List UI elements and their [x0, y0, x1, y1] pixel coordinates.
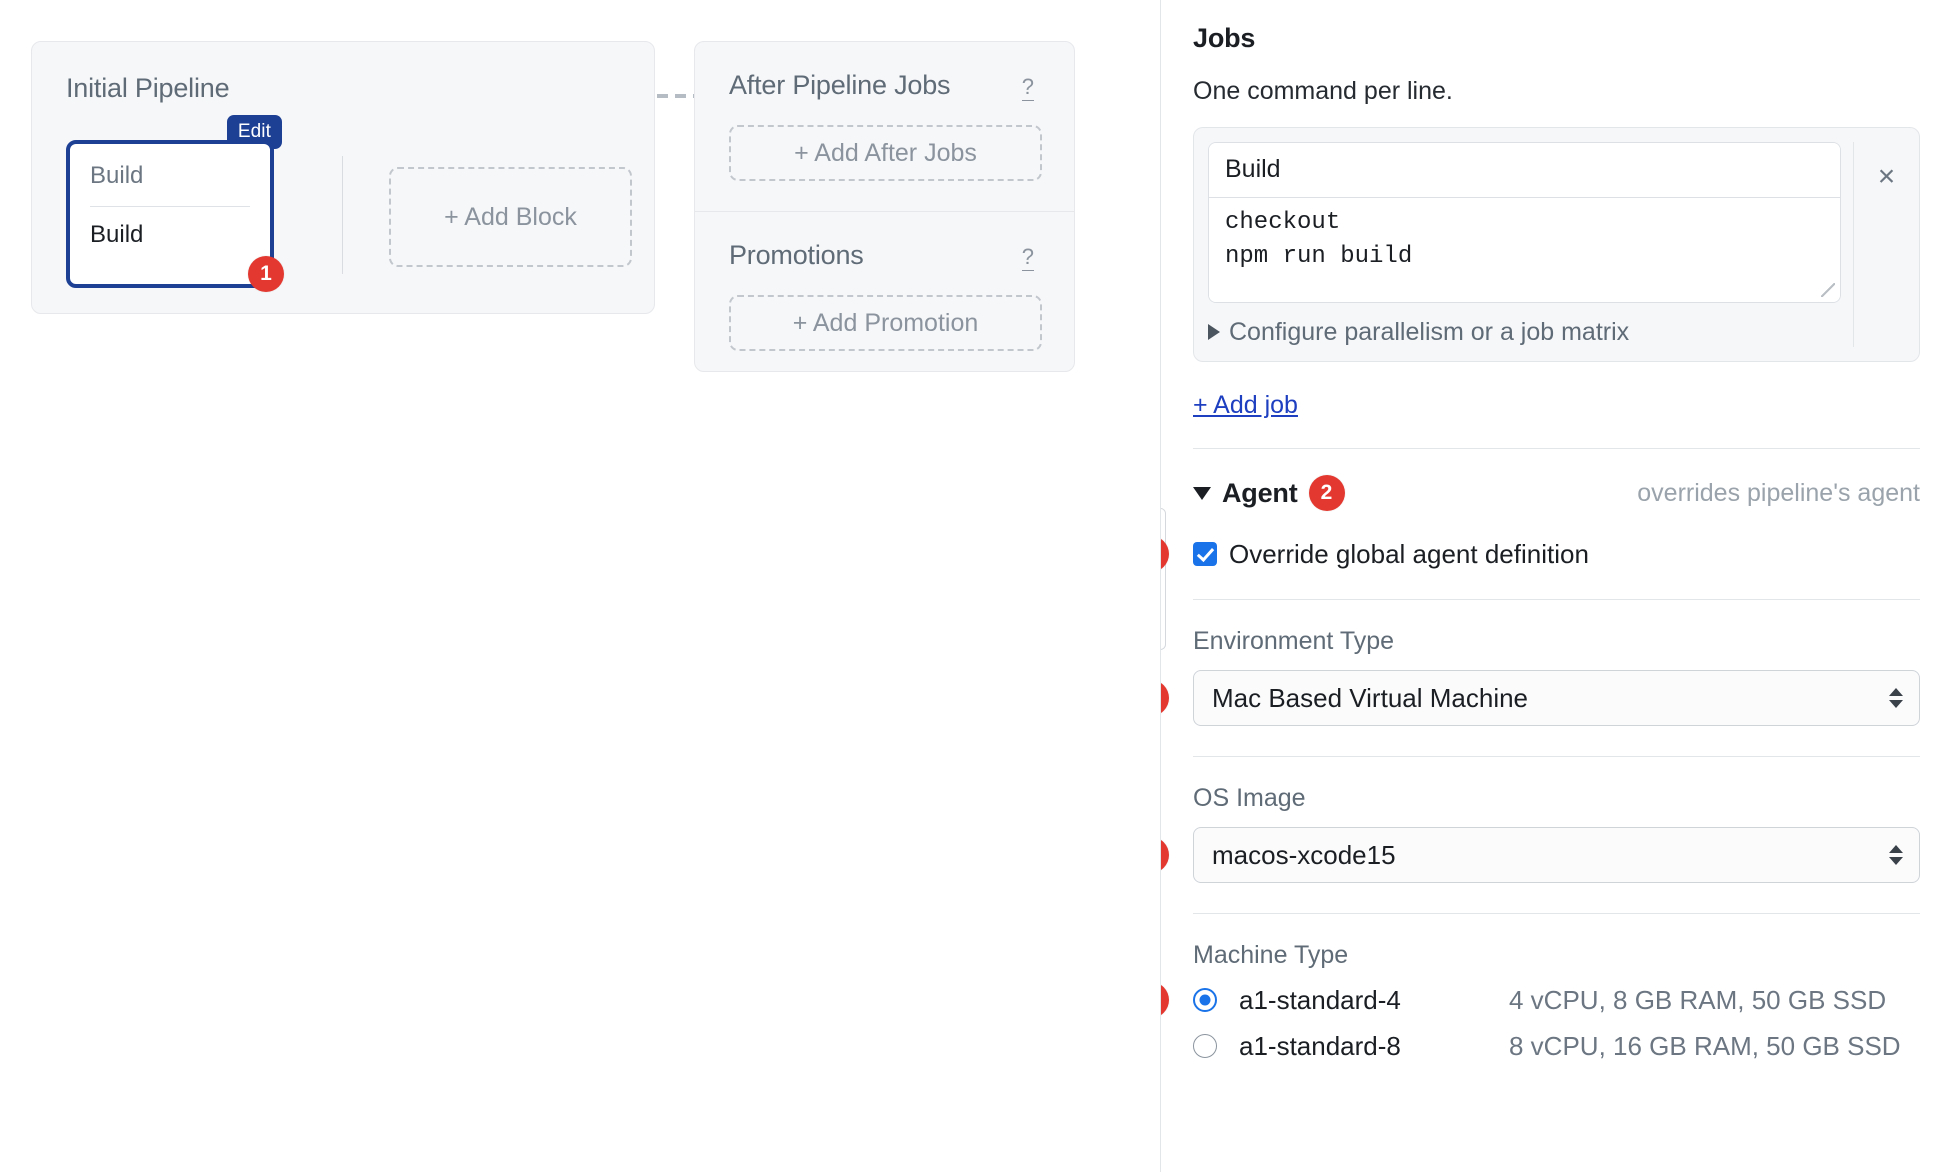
- override-global-agent-checkbox[interactable]: [1193, 542, 1217, 566]
- after-pipeline-jobs-section: After Pipeline Jobs ? + Add After Jobs: [695, 42, 1074, 211]
- environment-type-select[interactable]: Mac Based Virtual Machine: [1193, 670, 1920, 726]
- agent-override-note: overrides pipeline's agent: [1637, 479, 1920, 507]
- add-after-jobs-button[interactable]: + Add After Jobs: [729, 125, 1042, 181]
- machine-type-option-1[interactable]: a1-standard-8 8 vCPU, 16 GB RAM, 50 GB S…: [1193, 1030, 1920, 1062]
- agent-header[interactable]: Agent 2 overrides pipeline's agent: [1193, 475, 1920, 511]
- chevron-down-icon: [1193, 486, 1211, 500]
- machine-type-radio-0[interactable]: [1193, 988, 1217, 1012]
- job-name-input[interactable]: [1209, 143, 1840, 198]
- config-sidebar: Jobs One command per line. checkout npm …: [1160, 0, 1952, 1172]
- agent-divider-1: [1193, 599, 1920, 600]
- pipeline-connector-line: [657, 94, 694, 98]
- blocks-row: Edit Build Build 1 + Add Block: [66, 115, 654, 292]
- override-global-agent-label: Override global agent definition: [1229, 539, 1589, 569]
- machine-type-name-0: a1-standard-4: [1239, 985, 1401, 1015]
- promotions-title: Promotions: [729, 240, 864, 270]
- jobs-section: Jobs One command per line. checkout npm …: [1161, 0, 1952, 449]
- machine-type-label: Machine Type: [1193, 941, 1349, 969]
- initial-pipeline-title: Initial Pipeline: [66, 73, 230, 103]
- select-stepper-icon-os[interactable]: [1889, 845, 1903, 865]
- promotions-header: Promotions ?: [729, 240, 1040, 271]
- sidebar-scrollbar-thumb[interactable]: [1161, 508, 1166, 650]
- agent-title: Agent: [1222, 478, 1298, 508]
- pipeline-block-build[interactable]: Build Build 1: [66, 140, 284, 292]
- configure-parallelism-toggle[interactable]: Configure parallelism or a job matrix: [1208, 317, 1841, 347]
- job-input-group: checkout npm run build: [1208, 142, 1841, 303]
- block-divider: [90, 206, 250, 207]
- add-promotion-button[interactable]: + Add Promotion: [729, 295, 1042, 351]
- build-block-wrapper: Edit Build Build 1: [66, 115, 284, 292]
- machine-type-name-1: a1-standard-8: [1239, 1031, 1401, 1061]
- close-icon[interactable]: ×: [1878, 162, 1896, 192]
- job-commands-textarea[interactable]: checkout npm run build: [1209, 198, 1840, 302]
- override-agent-row[interactable]: 3 Override global agent definition: [1161, 536, 1920, 572]
- after-pipeline-jobs-title: After Pipeline Jobs: [729, 70, 951, 100]
- workflow-editor: Initial Pipeline Edit Build Build 1 + Ad…: [0, 0, 1952, 1172]
- pipeline-canvas: Initial Pipeline Edit Build Build 1 + Ad…: [0, 0, 1160, 1172]
- environment-type-label: Environment Type: [1193, 627, 1395, 655]
- agent-divider-2: [1193, 756, 1920, 757]
- blocks-separator: [342, 156, 343, 274]
- configure-parallelism-label: Configure parallelism or a job matrix: [1229, 318, 1630, 346]
- block-job-label[interactable]: Build: [90, 219, 250, 251]
- select-stepper-icon-env[interactable]: [1889, 688, 1903, 708]
- os-image-value: macos-xcode15: [1212, 839, 1396, 870]
- os-image-label: OS Image: [1193, 784, 1306, 812]
- machine-type-spec-0: 4 vCPU, 8 GB RAM, 50 GB SSD: [1509, 985, 1887, 1015]
- annotation-marker-2: 2: [1308, 475, 1345, 511]
- annotation-marker-1: 1: [248, 256, 284, 292]
- machine-type-spec-1: 8 vCPU, 16 GB RAM, 50 GB SSD: [1509, 1031, 1901, 1061]
- jobs-agent-divider: [1193, 448, 1920, 449]
- chevron-right-icon: [1208, 324, 1220, 340]
- after-pipeline-jobs-header: After Pipeline Jobs ?: [729, 70, 1040, 101]
- job-card-close-column: ×: [1853, 142, 1919, 347]
- environment-type-value: Mac Based Virtual Machine: [1212, 682, 1529, 713]
- help-icon-promotions[interactable]: ?: [1021, 245, 1034, 271]
- promotions-section: Promotions ? + Add Promotion: [695, 211, 1074, 381]
- block-name-label: Build: [90, 162, 144, 189]
- add-block-button[interactable]: + Add Block: [389, 167, 632, 267]
- environment-type-field: 4 Mac Based Virtual Machine: [1161, 670, 1920, 726]
- agent-section: Agent 2 overrides pipeline's agent 3 Ove…: [1161, 475, 1952, 1062]
- machine-type-radio-1[interactable]: [1193, 1034, 1217, 1058]
- os-image-select[interactable]: macos-xcode15: [1193, 827, 1920, 883]
- job-card: checkout npm run build Configure paralle…: [1193, 127, 1920, 362]
- agent-divider-3: [1193, 913, 1920, 914]
- after-pipeline-panel: After Pipeline Jobs ? + Add After Jobs P…: [694, 41, 1075, 372]
- help-icon-after-jobs[interactable]: ?: [1021, 75, 1034, 101]
- jobs-title: Jobs: [1193, 23, 1256, 53]
- machine-type-option-0[interactable]: 6 a1-standard-4 4 vCPU, 8 GB RAM, 50 GB …: [1161, 982, 1920, 1018]
- os-image-field: 5 macos-xcode15: [1161, 827, 1920, 883]
- job-card-main: checkout npm run build Configure paralle…: [1208, 142, 1841, 347]
- add-job-link[interactable]: + Add job: [1193, 390, 1298, 420]
- agent-header-left: Agent 2: [1193, 475, 1345, 511]
- initial-pipeline-panel: Initial Pipeline Edit Build Build 1 + Ad…: [31, 41, 655, 314]
- jobs-subtitle: One command per line.: [1193, 77, 1453, 105]
